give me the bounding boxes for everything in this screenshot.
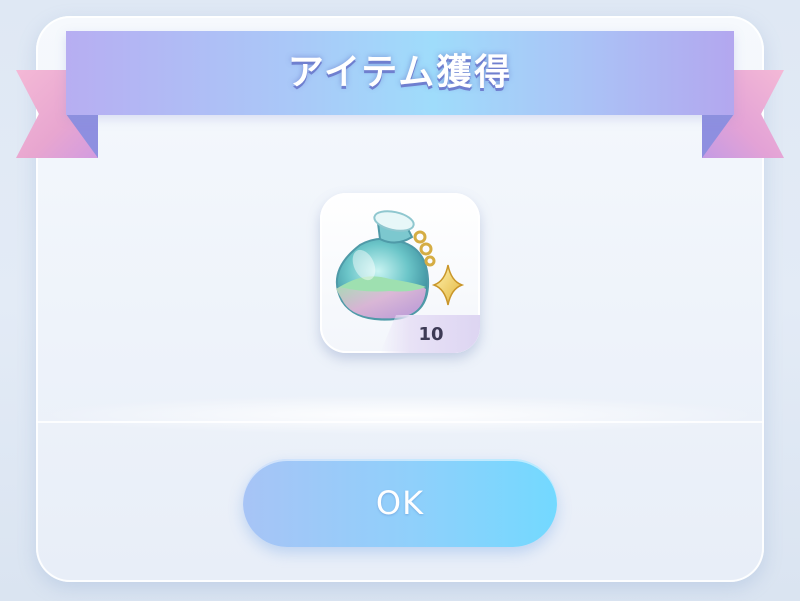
ok-button[interactable]: OK — [243, 459, 557, 547]
dialog-divider — [36, 421, 764, 423]
reward-item-slot[interactable]: 10 — [320, 193, 480, 353]
ok-button-label: OK — [375, 484, 425, 522]
dialog-glow — [36, 395, 764, 435]
dialog-title: アイテム獲得 — [287, 52, 513, 93]
title-ribbon: アイテム獲得 — [66, 31, 734, 115]
item-count: 10 — [418, 324, 444, 345]
